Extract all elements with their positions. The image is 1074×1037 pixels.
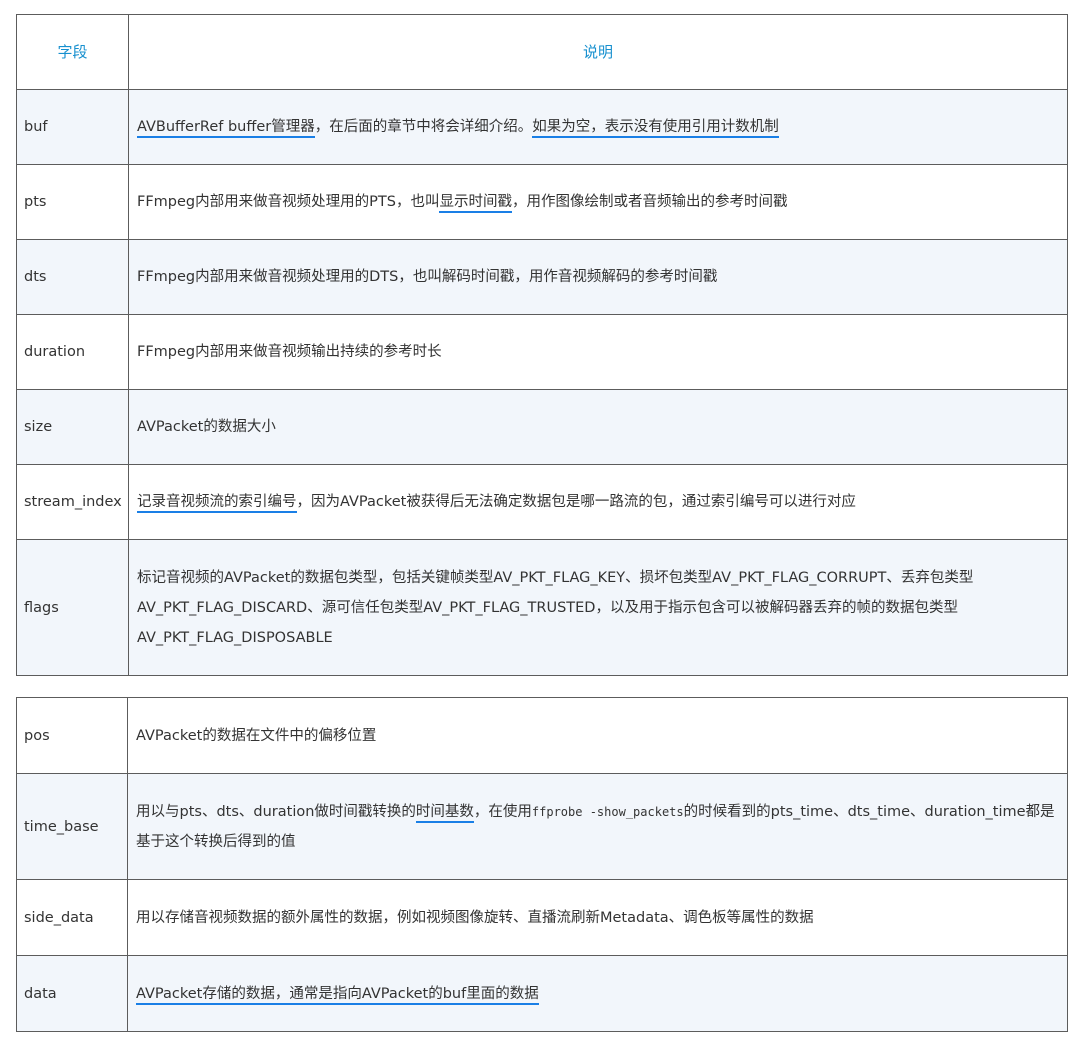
field-description: 标记音视频的AVPacket的数据包类型，包括关键帧类型AV_PKT_FLAG_…: [128, 539, 1068, 676]
field-name: flags: [16, 539, 129, 676]
text-segment: FFmpeg内部用来做音视频处理用的PTS，也叫: [137, 194, 440, 210]
text-segment: ，因为AVPacket被获得后无法确定数据包是哪一路流的包，通过索引编号可以进行…: [296, 494, 856, 510]
table-row: pts FFmpeg内部用来做音视频处理用的PTS，也叫显示时间戳，用作图像绘制…: [16, 164, 1068, 240]
field-table-1: 字段 说明 buf AVBufferRef buffer管理器，在后面的章节中将…: [16, 14, 1068, 676]
table-row: stream_index 记录音视频流的索引编号，因为AVPacket被获得后无…: [16, 464, 1068, 540]
table-row: flags 标记音视频的AVPacket的数据包类型，包括关键帧类型AV_PKT…: [16, 539, 1068, 676]
underlined-text: 显示时间戳: [439, 194, 512, 213]
field-name: time_base: [16, 773, 128, 880]
underlined-text: 如果为空，表示没有使用引用计数机制: [532, 119, 779, 138]
underlined-text: AVBufferRef buffer管理器: [137, 119, 315, 138]
table-row: time_base 用以与pts、dts、duration做时间戳转换的时间基数…: [16, 773, 1068, 880]
underlined-text: 时间基数: [415, 803, 474, 823]
table-row: data AVPacket存储的数据，通常是指向AVPacket的buf里面的数…: [16, 955, 1068, 1032]
field-name: stream_index: [16, 464, 129, 540]
field-description: 用以存储音视频数据的额外属性的数据，例如视频图像旋转、直播流刷新Metadata…: [127, 879, 1068, 956]
field-description: AVPacket的数据大小: [128, 389, 1068, 465]
field-table-2: pos AVPacket的数据在文件中的偏移位置 time_base 用以与pt…: [16, 697, 1068, 1032]
field-name: pts: [16, 164, 129, 240]
underlined-text: AVPacket存储的数据，通常是指向AVPacket的buf里面的数据: [136, 985, 539, 1005]
field-name: data: [16, 955, 128, 1032]
table-row: buf AVBufferRef buffer管理器，在后面的章节中将会详细介绍。…: [16, 89, 1068, 165]
field-name: pos: [16, 697, 128, 774]
text-segment: ，在使用: [473, 803, 532, 820]
field-name: side_data: [16, 879, 128, 956]
field-name: size: [16, 389, 129, 465]
table-row: dts FFmpeg内部用来做音视频处理用的DTS，也叫解码时间戳，用作音视频解…: [16, 239, 1068, 315]
field-name: dts: [16, 239, 129, 315]
text-segment: ，用作图像绘制或者音频输出的参考时间戳: [511, 194, 788, 210]
field-name: buf: [16, 89, 129, 165]
field-description: FFmpeg内部用来做音视频处理用的PTS，也叫显示时间戳，用作图像绘制或者音频…: [128, 164, 1068, 240]
underlined-text: 记录音视频流的索引编号: [137, 494, 297, 513]
table-row: duration FFmpeg内部用来做音视频输出持续的参考时长: [16, 314, 1068, 390]
header-description: 说明: [128, 14, 1068, 90]
field-name: duration: [16, 314, 129, 390]
text-segment: 用以与pts、dts、duration做时间戳转换的: [136, 803, 416, 820]
field-description: AVBufferRef buffer管理器，在后面的章节中将会详细介绍。如果为空…: [128, 89, 1068, 165]
field-description: AVPacket的数据在文件中的偏移位置: [127, 697, 1068, 774]
header-field: 字段: [16, 14, 129, 90]
field-description: FFmpeg内部用来做音视频处理用的DTS，也叫解码时间戳，用作音视频解码的参考…: [128, 239, 1068, 315]
text-segment: ，在后面的章节中将会详细介绍。: [314, 119, 533, 135]
table-row: side_data 用以存储音视频数据的额外属性的数据，例如视频图像旋转、直播流…: [16, 879, 1068, 956]
table-row: pos AVPacket的数据在文件中的偏移位置: [16, 697, 1068, 774]
field-description: AVPacket存储的数据，通常是指向AVPacket的buf里面的数据: [127, 955, 1068, 1032]
field-description: 用以与pts、dts、duration做时间戳转换的时间基数，在使用ffprob…: [127, 773, 1068, 880]
field-description: 记录音视频流的索引编号，因为AVPacket被获得后无法确定数据包是哪一路流的包…: [128, 464, 1068, 540]
header-row: 字段 说明: [16, 14, 1068, 90]
code-command: ffprobe -show_packets: [531, 804, 684, 819]
field-description: FFmpeg内部用来做音视频输出持续的参考时长: [128, 314, 1068, 390]
table-row: size AVPacket的数据大小: [16, 389, 1068, 465]
